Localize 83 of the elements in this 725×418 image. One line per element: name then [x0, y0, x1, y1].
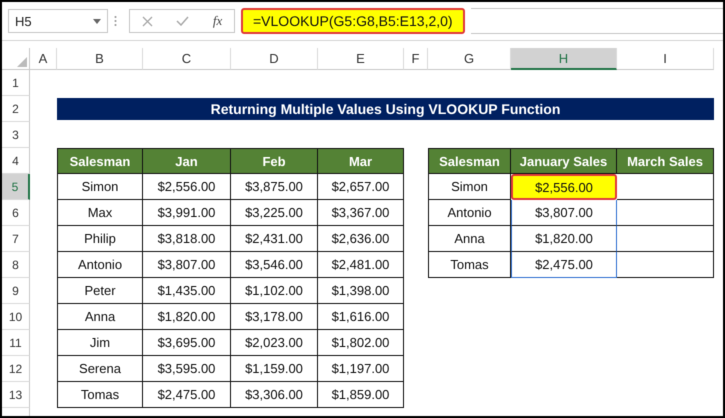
row-header[interactable]: 2 [2, 96, 30, 122]
grip-icon [114, 15, 117, 27]
table-cell: Philip [57, 226, 143, 252]
column-header[interactable]: B [57, 48, 143, 70]
table-cell: $3,991.00 [143, 200, 231, 226]
table-cell: $3,818.00 [143, 226, 231, 252]
row-header[interactable]: 11 [2, 330, 30, 356]
table-header: Mar [318, 148, 404, 174]
check-icon[interactable] [176, 16, 190, 26]
column-header[interactable]: D [231, 48, 318, 70]
table-header: Jan [143, 148, 231, 174]
column-header[interactable]: C [143, 48, 231, 70]
name-box[interactable]: H5 [8, 9, 108, 33]
table-cell: Anna [57, 304, 143, 330]
title-banner: Returning Multiple Values Using VLOOKUP Function [57, 98, 714, 120]
table-cell: $1,398.00 [318, 278, 404, 304]
row-header[interactable]: 3 [2, 122, 30, 148]
table-cell: $1,859.00 [318, 382, 404, 408]
cancel-icon[interactable] [142, 16, 153, 26]
table-header: Feb [231, 148, 318, 174]
row-header[interactable]: 5 [2, 174, 30, 200]
table-cell: Serena [57, 356, 143, 382]
table-cell: $1,616.00 [318, 304, 404, 330]
table-header: March Sales [617, 148, 714, 174]
cell-reference: H5 [15, 14, 32, 28]
table-cell: $1,435.00 [143, 278, 231, 304]
row-header[interactable]: 9 [2, 278, 30, 304]
table-cell: $2,657.00 [318, 174, 404, 200]
table-cell: Peter [57, 278, 143, 304]
row-header[interactable]: 10 [2, 304, 30, 330]
table-cell: $2,475.00 [143, 382, 231, 408]
table-cell: $3,178.00 [231, 304, 318, 330]
insert-function-button[interactable]: fx [212, 13, 222, 29]
selected-cell[interactable]: $2,556.00 [511, 174, 617, 200]
table-cell: $2,556.00 [143, 174, 231, 200]
row-header[interactable]: 8 [2, 252, 30, 278]
table-cell: $2,636.00 [318, 226, 404, 252]
table-cell: Simon [428, 174, 511, 200]
column-header[interactable]: F [404, 48, 428, 70]
row-header[interactable]: 4 [2, 148, 30, 174]
column-header[interactable]: I [617, 48, 714, 70]
column-header[interactable]: A [30, 48, 57, 70]
row-header[interactable]: 6 [2, 200, 30, 226]
table-cell: $2,431.00 [231, 226, 318, 252]
column-header[interactable]: H [511, 48, 617, 70]
column-header[interactable]: G [428, 48, 511, 70]
table-cell: $1,820.00 [143, 304, 231, 330]
table-header: Salesman [428, 148, 511, 174]
table-cell: $1,820.00 [511, 226, 617, 252]
column-header[interactable]: E [318, 48, 404, 70]
table-cell: Jim [57, 330, 143, 356]
table-cell: Max [57, 200, 143, 226]
table-cell: $3,595.00 [143, 356, 231, 382]
table-header: Salesman [57, 148, 143, 174]
row-header[interactable]: 1 [2, 70, 30, 96]
table-cell: Anna [428, 226, 511, 252]
table-cell: Tomas [428, 252, 511, 278]
table-cell: Tomas [57, 382, 143, 408]
table-cell: $1,159.00 [231, 356, 318, 382]
table-cell: $2,475.00 [511, 252, 617, 278]
table-cell: $3,875.00 [231, 174, 318, 200]
table-header: January Sales [511, 148, 617, 174]
select-all-icon[interactable] [17, 57, 27, 67]
row-header[interactable]: 7 [2, 226, 30, 252]
row-header[interactable]: 13 [2, 382, 30, 408]
table-cell: $1,197.00 [318, 356, 404, 382]
table-cell: $3,367.00 [318, 200, 404, 226]
table-cell: $3,807.00 [511, 200, 617, 226]
table-cell: $3,306.00 [231, 382, 318, 408]
table-cell: $3,695.00 [143, 330, 231, 356]
table-cell: Antonio [57, 252, 143, 278]
table-cell: Antonio [428, 200, 511, 226]
table-cell: $3,546.00 [231, 252, 318, 278]
caret-icon [93, 18, 101, 24]
table-cell: Simon [57, 174, 143, 200]
table-cell: $1,802.00 [318, 330, 404, 356]
formula-field[interactable]: =VLOOKUP(G5:G8,B5:E13,2,0) [241, 8, 465, 34]
table-cell: $3,807.00 [143, 252, 231, 278]
table-cell: $2,023.00 [231, 330, 318, 356]
row-header[interactable]: 12 [2, 356, 30, 382]
table-cell: $2,481.00 [318, 252, 404, 278]
table-cell: $1,102.00 [231, 278, 318, 304]
table-cell: $3,225.00 [231, 200, 318, 226]
